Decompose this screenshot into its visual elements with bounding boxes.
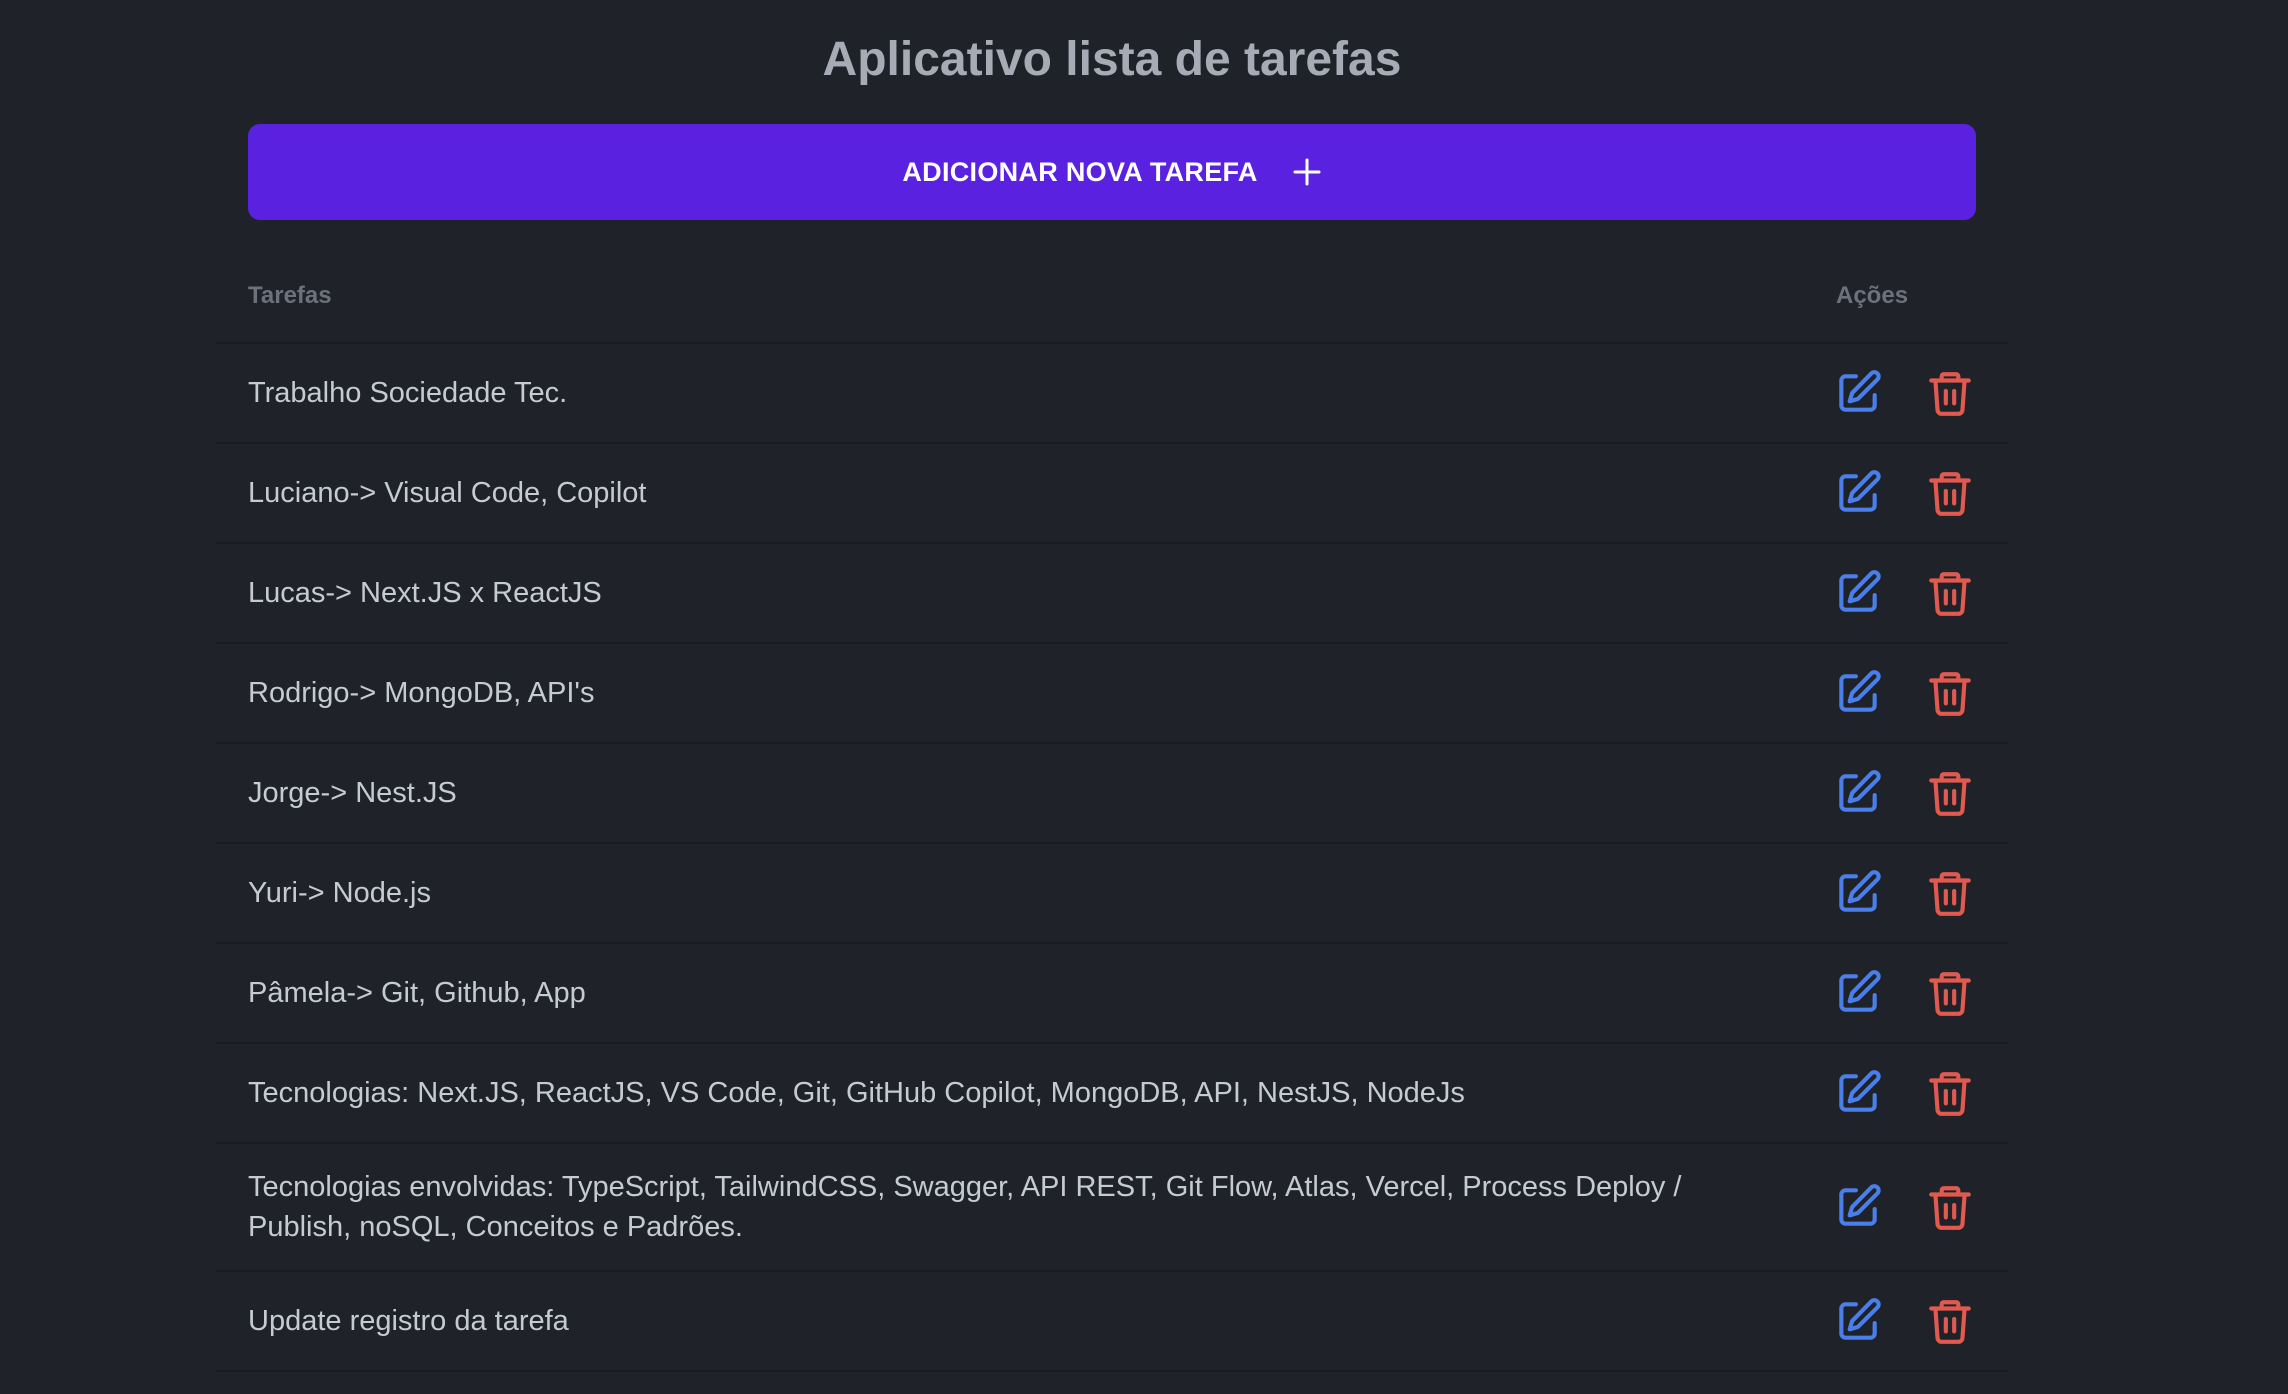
- row-actions: [1833, 768, 1975, 818]
- trash-icon[interactable]: [1925, 568, 1975, 618]
- task-text: Rodrigo-> MongoDB, API's: [248, 677, 595, 709]
- edit-icon[interactable]: [1833, 1068, 1883, 1118]
- trash-icon[interactable]: [1925, 968, 1975, 1018]
- trash-icon[interactable]: [1925, 768, 1975, 818]
- task-text: Pâmela-> Git, Github, App: [248, 977, 586, 1009]
- page: Aplicativo lista de tarefas ADICIONAR NO…: [0, 0, 2288, 1394]
- add-task-button[interactable]: ADICIONAR NOVA TAREFA: [248, 124, 1976, 220]
- edit-icon[interactable]: [1833, 968, 1883, 1018]
- table-row: Jorge-> Nest.JS: [216, 744, 2008, 844]
- row-actions: [1833, 1068, 1975, 1118]
- edit-icon[interactable]: [1833, 1182, 1883, 1232]
- row-actions: [1833, 368, 1975, 418]
- task-text: Yuri-> Node.js: [248, 877, 431, 909]
- row-actions: [1833, 668, 1975, 718]
- column-header-actions: Ações: [1836, 282, 1909, 309]
- table-row: Trabalho Sociedade Tec.: [216, 344, 2008, 444]
- task-text: Tecnologias envolvidas: TypeScript, Tail…: [248, 1171, 1682, 1243]
- table-row: Tecnologias envolvidas: TypeScript, Tail…: [216, 1144, 2008, 1272]
- task-text: Lucas-> Next.JS x ReactJS: [248, 577, 602, 609]
- row-actions: [1833, 568, 1975, 618]
- trash-icon[interactable]: [1925, 1296, 1975, 1346]
- add-task-button-label: ADICIONAR NOVA TAREFA: [902, 156, 1258, 187]
- trash-icon[interactable]: [1925, 1182, 1975, 1232]
- table-row: Tecnologias: Next.JS, ReactJS, VS Code, …: [216, 1044, 2008, 1144]
- task-text: Update registro da tarefa: [248, 1305, 569, 1337]
- trash-icon[interactable]: [1925, 368, 1975, 418]
- edit-icon[interactable]: [1833, 468, 1883, 518]
- row-actions: [1833, 1182, 1975, 1232]
- table-row: Luciano-> Visual Code, Copilot: [216, 444, 2008, 544]
- task-text: Luciano-> Visual Code, Copilot: [248, 477, 647, 509]
- edit-icon[interactable]: [1833, 668, 1883, 718]
- table-header: Tarefas Ações: [216, 270, 2008, 344]
- task-text: Jorge-> Nest.JS: [248, 777, 457, 809]
- column-header-tasks: Tarefas: [248, 282, 332, 309]
- table-row: Yuri-> Node.js: [216, 844, 2008, 944]
- row-actions: [1833, 1296, 1975, 1346]
- table-row: Rodrigo-> MongoDB, API's: [216, 644, 2008, 744]
- edit-icon[interactable]: [1833, 768, 1883, 818]
- trash-icon[interactable]: [1925, 868, 1975, 918]
- task-text: Trabalho Sociedade Tec.: [248, 377, 568, 409]
- plus-icon: [1292, 157, 1322, 187]
- row-actions: [1833, 468, 1975, 518]
- table-body: Trabalho Sociedade Tec. Luciano-> Visual …: [216, 344, 2008, 1372]
- table-row: Lucas-> Next.JS x ReactJS: [216, 544, 2008, 644]
- row-actions: [1833, 968, 1975, 1018]
- table-row: Pâmela-> Git, Github, App: [216, 944, 2008, 1044]
- task-text: Tecnologias: Next.JS, ReactJS, VS Code, …: [248, 1077, 1465, 1109]
- trash-icon[interactable]: [1925, 668, 1975, 718]
- edit-icon[interactable]: [1833, 568, 1883, 618]
- edit-icon[interactable]: [1833, 368, 1883, 418]
- edit-icon[interactable]: [1833, 868, 1883, 918]
- edit-icon[interactable]: [1833, 1296, 1883, 1346]
- table-row: Update registro da tarefa: [216, 1272, 2008, 1372]
- page-title: Aplicativo lista de tarefas: [822, 33, 1402, 86]
- row-actions: [1833, 868, 1975, 918]
- trash-icon[interactable]: [1925, 1068, 1975, 1118]
- task-table: Tarefas Ações Trabalho Sociedade Tec. Luc…: [216, 270, 2008, 1372]
- trash-icon[interactable]: [1925, 468, 1975, 518]
